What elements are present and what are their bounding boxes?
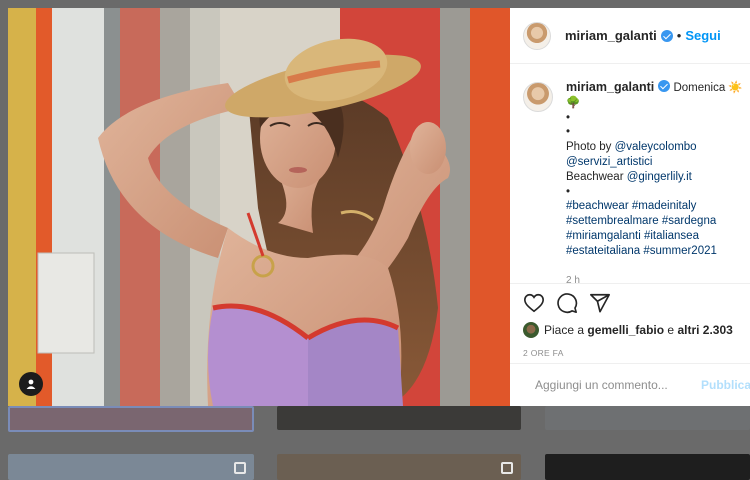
caption-dot: • [566, 126, 571, 139]
likes-prefix: Piace a [544, 323, 585, 337]
post-header: miriam_galanti • Segui [510, 8, 750, 64]
tagged-user-icon[interactable] [19, 372, 43, 396]
caption-text: miriam_galanti Domenica ☀️🌳 • • Photo by… [566, 80, 747, 259]
follow-button[interactable]: Segui [685, 28, 720, 43]
mention-link[interactable]: @servizi_artistici [566, 156, 652, 168]
caption-first-line: Domenica [673, 82, 726, 94]
hashtag-link[interactable]: #settembrealmare [566, 215, 659, 227]
hashtag-link[interactable]: #sardegna [662, 215, 716, 227]
mention-link[interactable]: @gingerlily.it [627, 171, 692, 183]
hashtag-link[interactable]: #beachwear [566, 200, 629, 212]
hashtag-link[interactable]: #madeinitaly [632, 200, 697, 212]
liker-username[interactable]: gemelli_fabio [587, 323, 664, 337]
caption-username[interactable]: miriam_galanti [566, 80, 654, 94]
caption-avatar[interactable] [523, 82, 553, 112]
post-detail-panel: miriam_galanti • Segui miriam_galanti Do… [510, 8, 750, 406]
header-username[interactable]: miriam_galanti [565, 28, 657, 43]
post-actions: Piace a gemelli_fabio e altri 2.303 2 OR… [510, 283, 750, 363]
caption-dot: • [566, 185, 571, 198]
carousel-icon [234, 462, 246, 474]
photo-by-label: Photo by [566, 141, 615, 154]
comment-input[interactable] [535, 378, 685, 392]
hashtag-link[interactable]: #miriamgalanti [566, 230, 641, 242]
grid-post-tile[interactable] [8, 406, 254, 432]
hashtag-link[interactable]: #italiansea [644, 230, 699, 242]
publish-button[interactable]: Pubblica [701, 378, 750, 392]
comment-form: Pubblica [510, 363, 750, 406]
post-caption: miriam_galanti Domenica ☀️🌳 • • Photo by… [523, 80, 747, 286]
post-date[interactable]: 2 ORE FA [523, 348, 564, 358]
hashtag-link[interactable]: #estateitaliana [566, 245, 640, 257]
carousel-icon [501, 462, 513, 474]
grid-post-tile[interactable] [277, 406, 521, 430]
avatar[interactable] [523, 21, 551, 50]
header-separator: • [676, 28, 682, 43]
person-icon [26, 379, 36, 389]
hashtag-link[interactable]: #summer2021 [643, 245, 717, 257]
grid-post-tile[interactable] [545, 406, 750, 430]
comment-icon[interactable] [556, 292, 578, 314]
likes-summary: Piace a gemelli_fabio e altri 2.303 [523, 322, 733, 338]
likes-count[interactable]: altri 2.303 [677, 323, 732, 337]
grid-post-tile[interactable] [277, 454, 521, 480]
verified-badge-icon [660, 29, 673, 42]
caption-dot: • [566, 111, 571, 124]
grid-post-tile[interactable] [545, 454, 750, 480]
liker-avatar[interactable] [523, 322, 539, 338]
grid-post-tile[interactable] [8, 454, 254, 480]
mention-link[interactable]: @valeycolombo [615, 141, 697, 153]
share-icon[interactable] [589, 292, 611, 314]
post-photo[interactable] [8, 8, 510, 406]
verified-badge-icon [658, 80, 671, 92]
heart-icon[interactable] [523, 292, 545, 314]
post-photo-illustration [8, 8, 510, 406]
beachwear-label: Beachwear [566, 170, 627, 183]
likes-middle: e [667, 323, 675, 337]
